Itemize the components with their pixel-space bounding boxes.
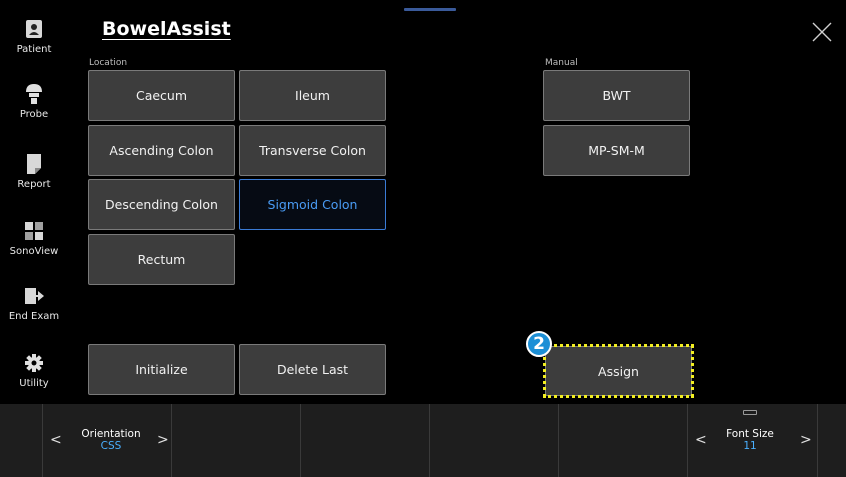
knob-cell-empty bbox=[301, 404, 430, 477]
sidebar-item-end-exam[interactable]: End Exam bbox=[0, 285, 68, 322]
orientation-next-icon[interactable]: > bbox=[157, 432, 169, 448]
font-size-knob[interactable]: Font Size 11 bbox=[715, 428, 785, 452]
sidebar-item-patient[interactable]: Patient bbox=[0, 18, 68, 55]
sidebar-item-label: Utility bbox=[19, 378, 49, 389]
orientation-knob[interactable]: Orientation CSS bbox=[72, 428, 150, 452]
knob-cell-empty bbox=[172, 404, 301, 477]
page-indicator bbox=[404, 8, 456, 11]
delete-last-button[interactable]: Delete Last bbox=[239, 344, 386, 395]
location-button-ileum[interactable]: Ileum bbox=[239, 70, 386, 121]
sidebar-item-label: Probe bbox=[19, 109, 49, 120]
sidebar-item-report[interactable]: Report bbox=[0, 153, 68, 190]
location-button-sigmoid-colon[interactable]: Sigmoid Colon bbox=[239, 179, 386, 230]
font-size-value: 11 bbox=[743, 440, 757, 452]
font-size-prev-icon[interactable]: < bbox=[695, 432, 707, 448]
sidebar-item-label: Patient bbox=[16, 44, 52, 55]
orientation-label: Orientation bbox=[81, 428, 141, 440]
sidebar-item-label: End Exam bbox=[8, 311, 60, 322]
sidebar-item-probe[interactable]: Probe bbox=[0, 83, 68, 120]
location-button-descending-colon[interactable]: Descending Colon bbox=[88, 179, 235, 230]
manual-section-label: Manual bbox=[545, 58, 578, 68]
assign-button[interactable]: Assign bbox=[545, 346, 692, 396]
sonoview-icon bbox=[24, 220, 44, 242]
manual-button-mp-sm-m[interactable]: MP-SM-M bbox=[543, 125, 690, 176]
location-button-rectum[interactable]: Rectum bbox=[88, 234, 235, 285]
probe-icon bbox=[24, 83, 44, 105]
report-icon bbox=[24, 153, 44, 175]
step-number-badge: 2 bbox=[526, 331, 552, 357]
sidebar-item-label: SonoView bbox=[9, 246, 59, 257]
knob-cell-empty bbox=[430, 404, 559, 477]
initialize-button[interactable]: Initialize bbox=[88, 344, 235, 395]
close-icon[interactable] bbox=[810, 20, 834, 44]
sidebar-item-sonoview[interactable]: SonoView bbox=[0, 220, 68, 257]
orientation-prev-icon[interactable]: < bbox=[50, 432, 62, 448]
manual-button-bwt[interactable]: BWT bbox=[543, 70, 690, 121]
page-title: BowelAssist bbox=[102, 18, 231, 40]
end-exam-icon bbox=[24, 285, 44, 307]
location-button-caecum[interactable]: Caecum bbox=[88, 70, 235, 121]
knob-cell-empty bbox=[559, 404, 688, 477]
orientation-value: CSS bbox=[100, 440, 122, 452]
keyboard-icon bbox=[743, 410, 757, 415]
patient-icon bbox=[24, 18, 44, 40]
location-section-label: Location bbox=[89, 58, 128, 68]
sidebar-item-label: Report bbox=[17, 179, 51, 190]
sidebar: Patient Probe Report SonoView End Exam U… bbox=[0, 0, 68, 404]
gear-icon bbox=[24, 352, 44, 374]
font-size-next-icon[interactable]: > bbox=[800, 432, 812, 448]
sidebar-item-utility[interactable]: Utility bbox=[0, 352, 68, 389]
location-button-transverse-colon[interactable]: Transverse Colon bbox=[239, 125, 386, 176]
location-button-ascending-colon[interactable]: Ascending Colon bbox=[88, 125, 235, 176]
font-size-label: Font Size bbox=[726, 428, 774, 440]
